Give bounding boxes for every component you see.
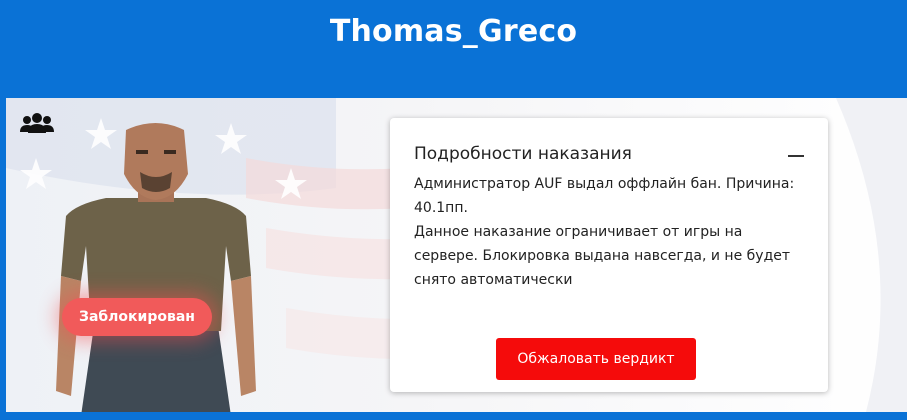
header-bar: Thomas_Greco xyxy=(0,0,907,96)
appeal-verdict-button[interactable]: Обжаловать вердикт xyxy=(496,338,696,380)
punishment-reason-text: Администратор AUF выдал оффлайн бан. При… xyxy=(414,176,795,216)
profile-panel: Заблокирован Подробности наказания Админ… xyxy=(6,98,907,412)
punishment-details-card: Подробности наказания Администратор AUF … xyxy=(390,118,828,392)
minus-icon[interactable] xyxy=(788,155,804,157)
card-title: Подробности наказания xyxy=(414,144,632,164)
player-name-title: Thomas_Greco xyxy=(329,14,578,49)
punishment-description-text: Данное наказание ограничивает от игры на… xyxy=(414,224,791,288)
banned-status-badge: Заблокирован xyxy=(62,298,212,336)
player-character-image xyxy=(56,123,256,412)
